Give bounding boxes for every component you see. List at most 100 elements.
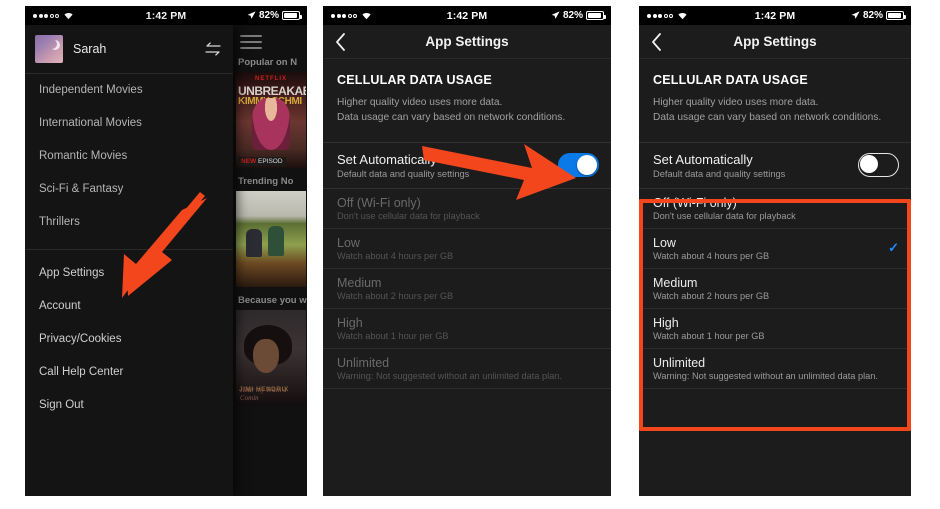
wifi-icon <box>64 12 73 20</box>
chevron-left-icon[interactable] <box>335 32 346 51</box>
tile-artwork-figure <box>268 225 285 256</box>
battery-icon <box>886 11 906 20</box>
set-automatically-labels: Set Automatically Default data and quali… <box>337 152 558 179</box>
menu-item-independent-movies[interactable]: Independent Movies <box>25 74 233 107</box>
description-line-2: Data usage can vary based on network con… <box>653 111 882 123</box>
slide-out-menu: Sarah Independent Movies International M… <box>25 25 233 496</box>
wifi-icon <box>678 12 687 20</box>
option-row-medium: Medium Watch about 2 hours per GB <box>323 269 611 309</box>
browse-background: Popular on N NETFLIX UNBREAKAB KIMMY SCH… <box>232 25 307 496</box>
empty-space-2 <box>323 388 611 496</box>
wifi-icon <box>362 12 371 20</box>
set-automatically-row-3[interactable]: Set Automatically Default data and quali… <box>639 142 911 189</box>
menu-body-1: Popular on N NETFLIX UNBREAKAB KIMMY SCH… <box>25 25 307 496</box>
new-episodes-badge: NEW EPISOD <box>238 157 286 166</box>
menu-item-app-settings[interactable]: App Settings <box>25 257 233 290</box>
menu-item-privacy-cookies[interactable]: Privacy/Cookies <box>25 323 233 356</box>
set-automatically-title: Set Automatically <box>653 151 753 167</box>
episodes-label: EPISOD <box>257 158 283 165</box>
set-automatically-row-2[interactable]: Set Automatically Default data and quali… <box>323 142 611 189</box>
set-automatically-subtitle: Default data and quality settings <box>653 168 786 179</box>
tile-artwork-figure <box>245 229 262 258</box>
status-left-group <box>639 12 687 20</box>
menu-item-romantic-movies[interactable]: Romantic Movies <box>25 140 233 173</box>
option-title: Medium <box>653 275 698 290</box>
profile-name: Sarah <box>73 42 107 56</box>
description-line-2: Data usage can vary based on network con… <box>337 111 566 123</box>
option-row-high: High Watch about 1 hour per GB <box>323 309 611 349</box>
location-arrow-icon <box>247 11 256 19</box>
battery-icon <box>586 11 606 20</box>
status-bar-1: 1:42 PM 82% <box>25 6 307 25</box>
section-heading: CELLULAR DATA USAGE <box>653 73 808 87</box>
signal-strength-icon <box>331 13 357 18</box>
option-title: Medium <box>337 275 382 290</box>
hamburger-icon[interactable] <box>240 35 262 49</box>
menu-item-sign-out[interactable]: Sign Out <box>25 389 233 422</box>
menu-item-thrillers[interactable]: Thrillers <box>25 206 233 239</box>
option-title: High <box>337 315 363 330</box>
option-subtitle: Watch about 2 hours per GB <box>337 290 454 301</box>
option-row-unlimited: Unlimited Warning: Not suggested without… <box>323 349 611 389</box>
menu-item-scifi-fantasy[interactable]: Sci-Fi & Fantasy <box>25 173 233 206</box>
section-heading: CELLULAR DATA USAGE <box>337 73 492 87</box>
option-row-low[interactable]: Low Watch about 4 hours per GB ✓ <box>639 229 911 269</box>
set-automatically-labels: Set Automatically Default data and quali… <box>653 152 858 179</box>
option-subtitle: Warning: Not suggested without an unlimi… <box>337 370 562 381</box>
option-subtitle: Don't use cellular data for playback <box>337 210 480 221</box>
menu-item-call-help-center[interactable]: Call Help Center <box>25 356 233 389</box>
option-row-off-wifi: Off (Wi-Fi only) Don't use cellular data… <box>323 189 611 229</box>
menu-item-international-movies[interactable]: International Movies <box>25 107 233 140</box>
battery-percent: 82% <box>258 10 279 21</box>
option-subtitle: Watch about 4 hours per GB <box>337 250 454 261</box>
option-subtitle: Watch about 1 hour per GB <box>337 330 449 341</box>
option-row-low: Low Watch about 4 hours per GB <box>323 229 611 269</box>
battery-icon <box>282 11 302 20</box>
status-left-group <box>25 12 73 20</box>
switch-profile-icon[interactable] <box>205 42 221 56</box>
chevron-left-icon[interactable] <box>651 32 662 51</box>
menu-category-list: Independent Movies International Movies … <box>25 74 233 239</box>
browse-tile-hendrix[interactable]: JIMI HENDRIX Hear my Train a Comin <box>236 310 306 406</box>
set-automatically-title: Set Automatically <box>337 151 437 167</box>
option-title: Low <box>653 235 676 250</box>
browse-tile-trending[interactable] <box>236 191 306 287</box>
option-subtitle: Don't use cellular data for playback <box>653 210 796 221</box>
browse-tile-kimmy[interactable]: NETFLIX UNBREAKAB KIMMY SCHMI NEW EPISOD <box>236 72 306 168</box>
screenshot-stage: 1:42 PM 82% Popular on N NETFLIX UNBREAK… <box>0 0 940 509</box>
set-automatically-toggle[interactable] <box>858 153 899 178</box>
description-line-1: Higher quality video uses more data. <box>653 97 819 108</box>
option-row-unlimited[interactable]: Unlimited Warning: Not suggested without… <box>639 349 911 389</box>
nav-bar-3: App Settings <box>639 25 911 59</box>
option-row-off-wifi[interactable]: Off (Wi-Fi only) Don't use cellular data… <box>639 189 911 229</box>
option-title: Off (Wi-Fi only) <box>653 195 737 210</box>
quality-options-list-3: Off (Wi-Fi only) Don't use cellular data… <box>639 188 911 389</box>
location-arrow-icon <box>851 11 860 19</box>
row-title-because: Because you w <box>238 295 307 306</box>
option-title: Low <box>337 235 360 250</box>
status-bar-2: 1:42 PM 82% <box>323 6 611 25</box>
profile-row[interactable]: Sarah <box>25 25 233 73</box>
netflix-brand-label: NETFLIX <box>255 76 287 82</box>
option-row-high[interactable]: High Watch about 1 hour per GB <box>639 309 911 349</box>
battery-percent: 82% <box>562 10 583 21</box>
menu-divider-mid <box>25 249 233 250</box>
status-left-group <box>323 12 371 20</box>
option-title: Unlimited <box>653 355 706 370</box>
status-bar-3: 1:42 PM 82% <box>639 6 911 25</box>
moon-avatar[interactable] <box>35 35 63 63</box>
option-row-medium[interactable]: Medium Watch about 2 hours per GB <box>639 269 911 309</box>
cellular-data-section-3: CELLULAR DATA USAGE Higher quality video… <box>639 59 911 143</box>
tile-artwork-face <box>252 338 279 373</box>
set-automatically-toggle[interactable] <box>558 153 599 178</box>
settings-body-3: App Settings CELLULAR DATA USAGE Higher … <box>639 25 911 496</box>
nav-bar-2: App Settings <box>323 25 611 59</box>
menu-item-account[interactable]: Account <box>25 290 233 323</box>
page-title: App Settings <box>425 34 509 49</box>
option-subtitle: Watch about 1 hour per GB <box>653 330 765 341</box>
row-title-popular: Popular on N <box>238 57 298 68</box>
tile-signature: Hear my Train a Comin <box>240 386 287 402</box>
status-right-group: 82% <box>551 10 611 21</box>
phone-panel-2: 1:42 PM 82% App Settings CELLULAR DATA U… <box>323 6 611 496</box>
section-description: Higher quality video uses more data. Dat… <box>653 96 897 126</box>
